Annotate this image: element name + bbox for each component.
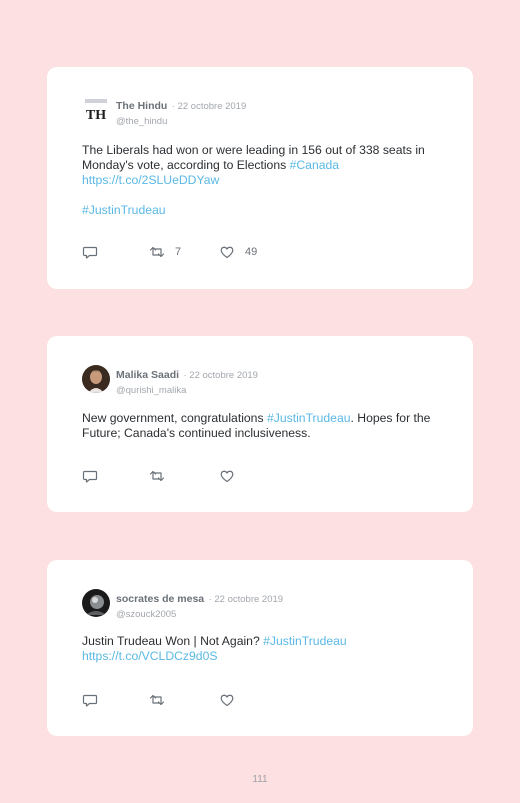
retweet-button[interactable] — [149, 468, 165, 484]
tweet-actions — [82, 692, 282, 708]
tweet-header: Malika Saadi · 22 octobre 2019 @qurishi_… — [82, 365, 462, 396]
author-name[interactable]: Malika Saadi — [116, 369, 179, 381]
tweet-header: TH The Hindu · 22 octobre 2019 @the_hind… — [82, 96, 462, 127]
reply-button[interactable] — [82, 468, 98, 484]
retweet-count: 7 — [175, 246, 182, 258]
retweet-icon — [149, 692, 165, 708]
tweet-card: TH The Hindu · 22 octobre 2019 @the_hind… — [47, 67, 473, 289]
page-number: 111 — [252, 774, 268, 785]
avatar[interactable] — [82, 589, 110, 617]
reply-button[interactable] — [82, 692, 98, 708]
tweet-actions — [82, 468, 282, 484]
tweet-date[interactable]: · 22 octobre 2019 — [183, 370, 257, 381]
hashtag-link[interactable]: #JustinTrudeau — [82, 203, 166, 217]
retweet-button[interactable]: 7 — [149, 244, 181, 260]
tweet-meta: Malika Saadi · 22 octobre 2019 @qurishi_… — [116, 365, 258, 396]
heart-icon — [219, 692, 235, 708]
svg-text:TH: TH — [86, 108, 106, 123]
avatar[interactable]: TH — [82, 96, 110, 124]
like-button[interactable] — [219, 468, 235, 484]
tweet-text-segment: New government, congratulations — [82, 411, 267, 425]
tweet-meta: The Hindu · 22 octobre 2019 @the_hindu — [116, 96, 246, 127]
retweet-icon — [149, 244, 165, 260]
tweet-text: Justin Trudeau Won | Not Again? #JustinT… — [82, 634, 432, 664]
url-link[interactable]: https://t.co/VCLDCz9d0S — [82, 649, 432, 664]
like-count: 49 — [245, 246, 258, 258]
heart-icon — [219, 244, 235, 260]
author-handle[interactable]: @the_hindu — [116, 116, 246, 127]
reply-icon — [82, 244, 98, 260]
hashtag-link[interactable]: #JustinTrudeau — [267, 411, 351, 425]
tweet-text: New government, congratulations #JustinT… — [82, 411, 432, 441]
reply-icon — [82, 468, 98, 484]
author-handle[interactable]: @qurishi_malika — [116, 385, 258, 396]
retweet-button[interactable] — [149, 692, 165, 708]
author-name[interactable]: socrates de mesa — [116, 593, 204, 605]
tweet-card: Malika Saadi · 22 octobre 2019 @qurishi_… — [47, 336, 473, 512]
heart-icon — [219, 468, 235, 484]
tweet-actions: 7 49 — [82, 244, 282, 260]
tweet-text-segment: The Liberals had won or were leading in … — [82, 143, 425, 172]
reply-button[interactable] — [82, 244, 98, 260]
tweet-date[interactable]: · 22 octobre 2019 — [172, 101, 246, 112]
hashtag-link[interactable]: #JustinTrudeau — [263, 634, 347, 648]
hashtag-link[interactable]: #Canada — [290, 158, 339, 172]
tweet-text-segment: Justin Trudeau Won | Not Again? — [82, 634, 264, 648]
avatar[interactable] — [82, 365, 110, 393]
author-handle[interactable]: @szouck2005 — [116, 609, 283, 620]
tweet-header: socrates de mesa · 22 octobre 2019 @szou… — [82, 589, 462, 620]
retweet-icon — [149, 468, 165, 484]
like-button[interactable] — [219, 692, 235, 708]
url-link[interactable]: https://t.co/2SLUeDDYaw — [82, 173, 432, 188]
tweet-card: socrates de mesa · 22 octobre 2019 @szou… — [47, 560, 473, 736]
reply-icon — [82, 692, 98, 708]
tweet-date[interactable]: · 22 octobre 2019 — [209, 594, 283, 605]
tweet-text: The Liberals had won or were leading in … — [82, 143, 432, 218]
like-button[interactable]: 49 — [219, 244, 257, 260]
author-name[interactable]: The Hindu — [116, 100, 167, 112]
tweet-meta: socrates de mesa · 22 octobre 2019 @szou… — [116, 589, 283, 620]
